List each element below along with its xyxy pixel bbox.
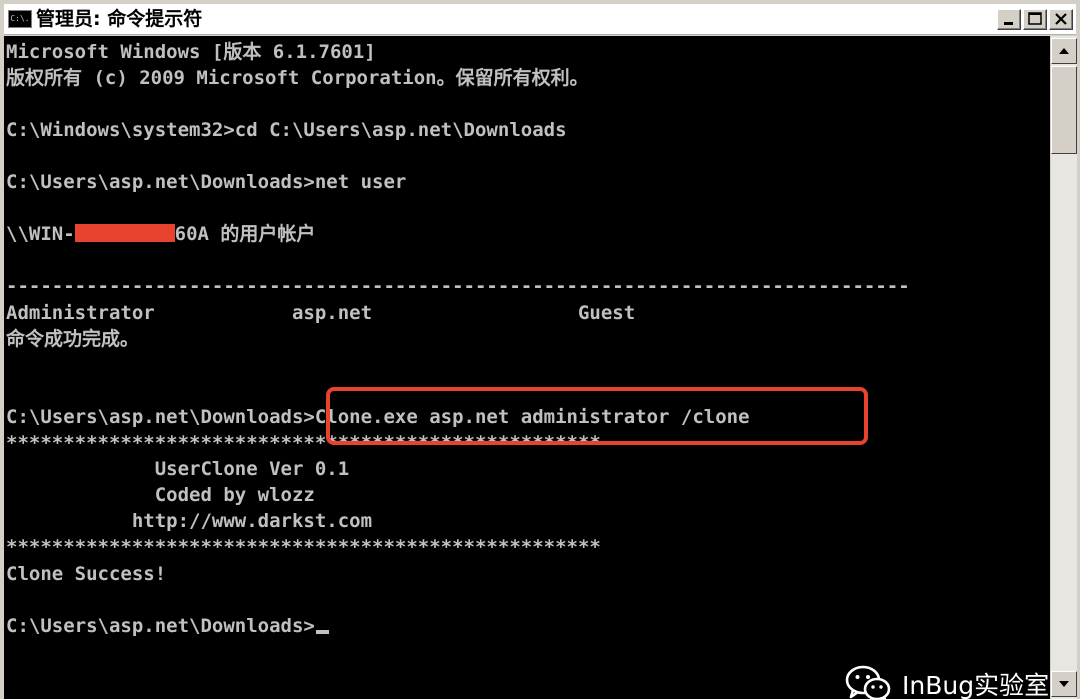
arrow-up-icon <box>1059 48 1069 54</box>
cmd-app-icon[interactable]: C:\. <box>8 10 32 28</box>
console-line: UserClone Ver 0.1 <box>6 458 350 480</box>
console-line: Clone Success! <box>6 563 167 585</box>
minimize-button[interactable] <box>997 9 1021 30</box>
wechat-icon <box>845 665 891 699</box>
title-bar[interactable]: C:\. 管理员: 命令提示符 <box>4 4 1076 35</box>
console-line-accounts-header: \\WIN- 60A 的用户帐户 <box>6 221 315 247</box>
console-output[interactable]: Microsoft Windows [版本 6.1.7601] 版权所有 (c)… <box>4 36 1050 699</box>
prompt-text: C:\Users\asp.net\Downloads> <box>6 615 315 637</box>
highlight-box <box>326 387 868 445</box>
watermark-text: InBug实验室 <box>902 671 1050 699</box>
hostname-prefix: \\WIN- <box>6 223 75 245</box>
console-window: C:\. 管理员: 命令提示符 Microsoft Windows [版本 6.… <box>0 0 1080 699</box>
close-button[interactable] <box>1049 9 1073 30</box>
arrow-down-icon <box>1059 681 1069 687</box>
text-cursor <box>315 630 329 634</box>
console-line: C:\Users\asp.net\Downloads>net user <box>6 171 407 193</box>
console-line: 版权所有 (c) 2009 Microsoft Corporation。保留所有… <box>6 67 589 89</box>
console-line: 命令成功完成。 <box>6 328 140 350</box>
console-line: Administrator asp.net Guest <box>6 302 636 324</box>
console-line: Microsoft Windows [版本 6.1.7601] <box>6 41 376 63</box>
minimize-icon <box>1004 22 1013 25</box>
scroll-down-button[interactable] <box>1051 671 1077 697</box>
scrollbar-thumb[interactable] <box>1051 66 1077 154</box>
console-line: Coded by wlozz <box>6 484 315 506</box>
maximize-icon <box>1028 12 1042 25</box>
watermark: InBug实验室 <box>844 662 1049 699</box>
console-prompt-line[interactable]: C:\Users\asp.net\Downloads> <box>6 613 329 639</box>
maximize-button[interactable] <box>1023 9 1047 30</box>
console-line: http://www.darkst.com <box>6 510 373 532</box>
console-line: ****************************************… <box>6 536 601 558</box>
close-icon <box>1055 13 1067 25</box>
console-line: C:\Windows\system32>cd C:\Users\asp.net\… <box>6 119 567 141</box>
vertical-scrollbar[interactable] <box>1051 36 1077 699</box>
scroll-up-button[interactable] <box>1051 38 1077 64</box>
redacted-hostname <box>74 224 175 242</box>
console-separator: ----------------------------------------… <box>6 275 910 297</box>
hostname-suffix: 60A 的用户帐户 <box>174 223 316 245</box>
window-title: 管理员: 命令提示符 <box>36 8 203 30</box>
